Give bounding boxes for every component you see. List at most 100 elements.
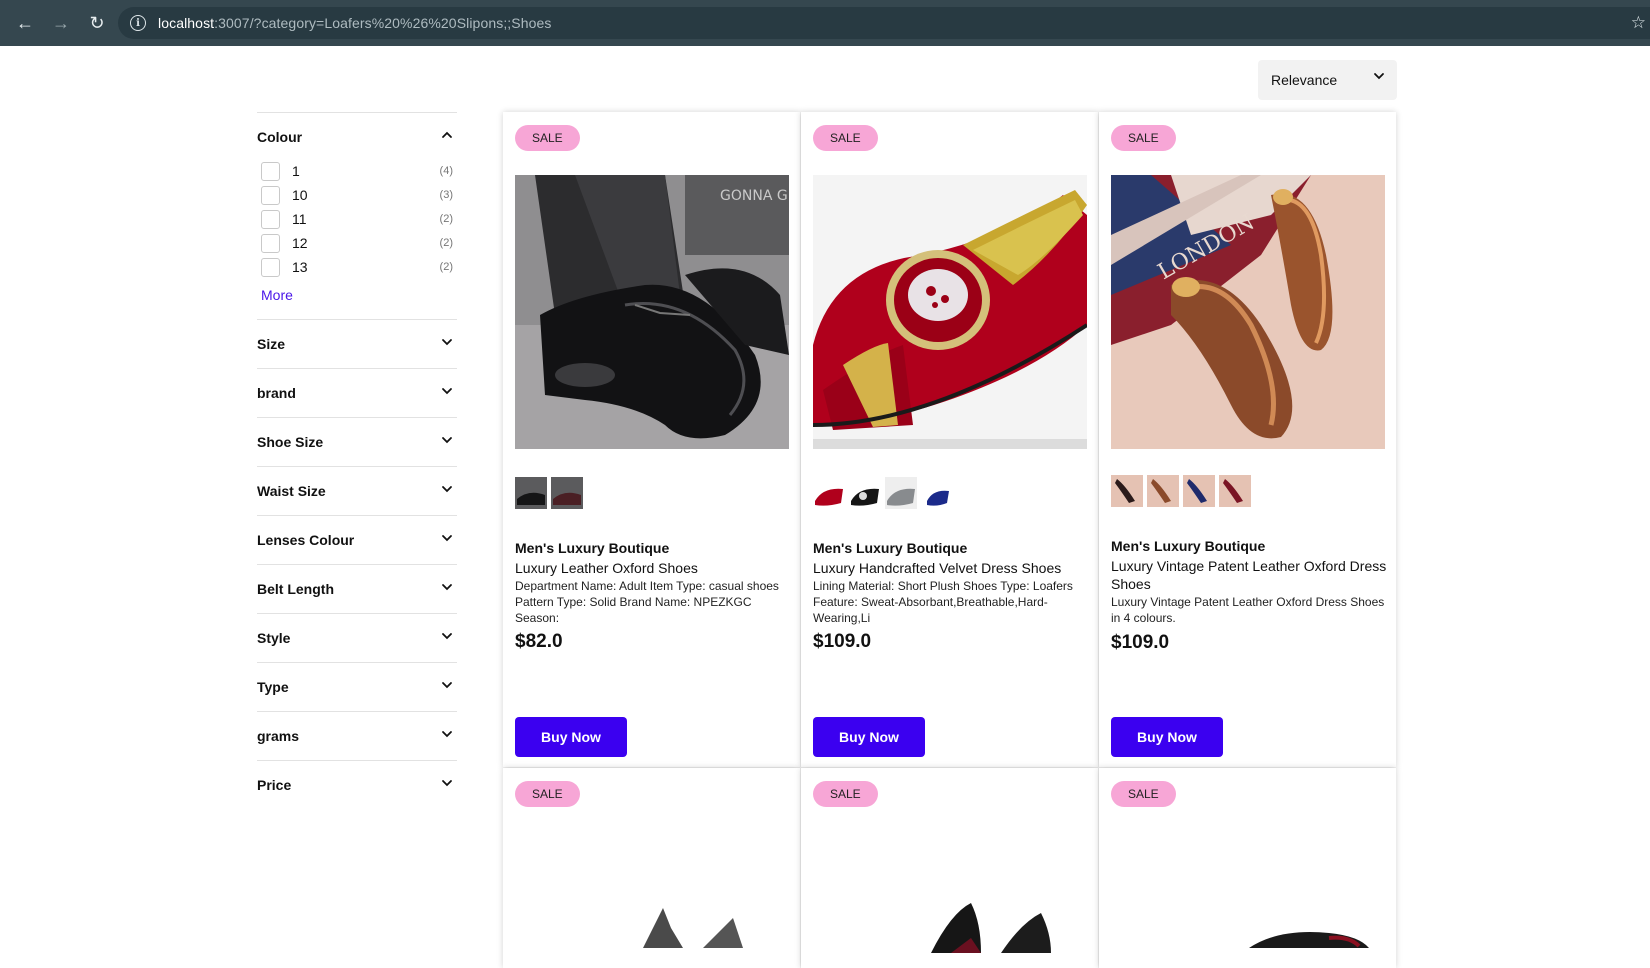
sort-dropdown[interactable]: Relevance [1258, 60, 1397, 100]
filter-header[interactable]: brand [257, 369, 457, 417]
colour-option[interactable]: 1 (4) [257, 159, 457, 183]
filter-header[interactable]: Style [257, 614, 457, 662]
reload-icon[interactable]: ↻ [86, 12, 108, 34]
chevron-down-icon [441, 385, 453, 397]
filter-size[interactable]: Size [257, 319, 457, 368]
product-brand: Men's Luxury Boutique [1111, 538, 1266, 554]
colour-thumbnail[interactable] [551, 477, 583, 509]
option-count: (2) [439, 237, 453, 249]
checkbox[interactable] [261, 161, 280, 181]
filter-header[interactable]: Type [257, 663, 457, 711]
filter-header[interactable]: Size [257, 320, 457, 368]
filter-header[interactable]: Waist Size [257, 467, 457, 515]
filter-title: brand [257, 385, 296, 401]
filter-title: Belt Length [257, 581, 334, 597]
colour-thumbnail[interactable] [1219, 475, 1251, 507]
colour-thumbnail[interactable] [1147, 475, 1179, 507]
colour-option[interactable]: 11 (2) [257, 207, 457, 231]
site-info-icon[interactable]: i [130, 15, 146, 31]
filter-title: Type [257, 679, 289, 695]
filter-type[interactable]: Type [257, 662, 457, 711]
sale-badge: SALE [1111, 781, 1176, 807]
filter-title: Price [257, 777, 292, 793]
option-count: (2) [439, 213, 453, 225]
back-arrow-icon[interactable]: ← [14, 12, 36, 34]
filter-lenses-colour[interactable]: Lenses Colour [257, 515, 457, 564]
option-label: 11 [292, 211, 307, 227]
filter-title: Colour [257, 129, 303, 145]
option-label: 10 [292, 187, 308, 203]
product-image[interactable]: GONNA GET [515, 175, 789, 449]
filter-price[interactable]: Price [257, 760, 457, 809]
product-card[interactable]: SALE LONDON Men's Luxury Boutique Luxury… [1099, 112, 1396, 767]
product-card[interactable]: SALE [503, 768, 800, 968]
colour-thumbnail[interactable] [1183, 475, 1215, 507]
option-label: 1 [292, 163, 300, 179]
product-price: $109.0 [1111, 632, 1170, 653]
chevron-down-icon [441, 336, 453, 348]
product-name[interactable]: Luxury Vintage Patent Leather Oxford Dre… [1111, 557, 1387, 593]
forward-arrow-icon[interactable]: → [50, 12, 72, 34]
filter-header[interactable]: Price [257, 761, 457, 809]
colour-thumbnail[interactable] [1111, 475, 1143, 507]
colour-thumbnails [515, 477, 583, 509]
colour-thumbnail[interactable] [885, 477, 917, 509]
colour-thumbnail[interactable] [849, 477, 881, 509]
product-name[interactable]: Luxury Handcrafted Velvet Dress Shoes [813, 559, 1089, 577]
sale-badge: SALE [515, 125, 580, 151]
chevron-down-icon [441, 728, 453, 740]
checkbox[interactable] [261, 233, 280, 253]
option-label: 12 [292, 235, 308, 251]
sale-badge: SALE [813, 781, 878, 807]
product-image[interactable] [1249, 908, 1369, 948]
buy-now-button[interactable]: Buy Now [813, 717, 925, 757]
product-card[interactable]: SALE GONNA GET Men's Luxury Boutique Lux… [503, 112, 800, 767]
product-name[interactable]: Luxury Leather Oxford Shoes [515, 559, 791, 577]
option-count: (3) [439, 189, 453, 201]
filter-style[interactable]: Style [257, 613, 457, 662]
product-image[interactable] [813, 175, 1087, 449]
option-label: 13 [292, 259, 308, 275]
checkbox[interactable] [261, 209, 280, 229]
product-image[interactable] [911, 883, 1071, 953]
checkbox[interactable] [261, 185, 280, 205]
filter-shoe-size[interactable]: Shoe Size [257, 417, 457, 466]
colour-option[interactable]: 13 (2) [257, 255, 457, 279]
chevron-down-icon [441, 532, 453, 544]
product-card[interactable]: SALE [801, 768, 1098, 968]
colour-thumbnail[interactable] [921, 477, 953, 509]
filter-header[interactable]: Shoe Size [257, 418, 457, 466]
filter-header[interactable]: Belt Length [257, 565, 457, 613]
filter-title: Shoe Size [257, 434, 324, 450]
bookmark-star-icon[interactable]: ☆ [1631, 13, 1646, 33]
filter-brand[interactable]: brand [257, 368, 457, 417]
colour-thumbnails [813, 477, 953, 509]
filter-grams[interactable]: grams [257, 711, 457, 760]
product-image[interactable] [623, 888, 763, 948]
colour-thumbnail[interactable] [515, 477, 547, 509]
checkbox[interactable] [261, 257, 280, 277]
filter-title: grams [257, 728, 300, 744]
filter-belt-length[interactable]: Belt Length [257, 564, 457, 613]
filter-header[interactable]: Lenses Colour [257, 516, 457, 564]
product-price: $82.0 [515, 631, 563, 652]
filter-waist-size[interactable]: Waist Size [257, 466, 457, 515]
product-card[interactable]: SALE [1099, 768, 1396, 968]
colour-thumbnail[interactable] [813, 477, 845, 509]
buy-now-button[interactable]: Buy Now [1111, 717, 1223, 757]
colour-option[interactable]: 10 (3) [257, 183, 457, 207]
svg-text:GONNA GET: GONNA GET [720, 188, 789, 204]
colour-option[interactable]: 12 (2) [257, 231, 457, 255]
buy-now-button[interactable]: Buy Now [515, 717, 627, 757]
colour-thumbnails [1111, 475, 1251, 507]
product-image[interactable]: LONDON [1111, 175, 1385, 449]
product-card[interactable]: SALE Men's Luxury Boutique Luxury Handcr… [801, 112, 1098, 767]
more-colours-link[interactable]: More [261, 287, 293, 303]
filter-title: Lenses Colour [257, 532, 355, 548]
filter-header[interactable]: grams [257, 712, 457, 760]
address-bar[interactable]: i localhost:3007/?category=Loafers%20%26… [118, 7, 1650, 39]
chevron-up-icon [441, 129, 453, 141]
filter-colour-header[interactable]: Colour [257, 113, 457, 161]
chevron-down-icon [441, 483, 453, 495]
chevron-down-icon [441, 777, 453, 789]
